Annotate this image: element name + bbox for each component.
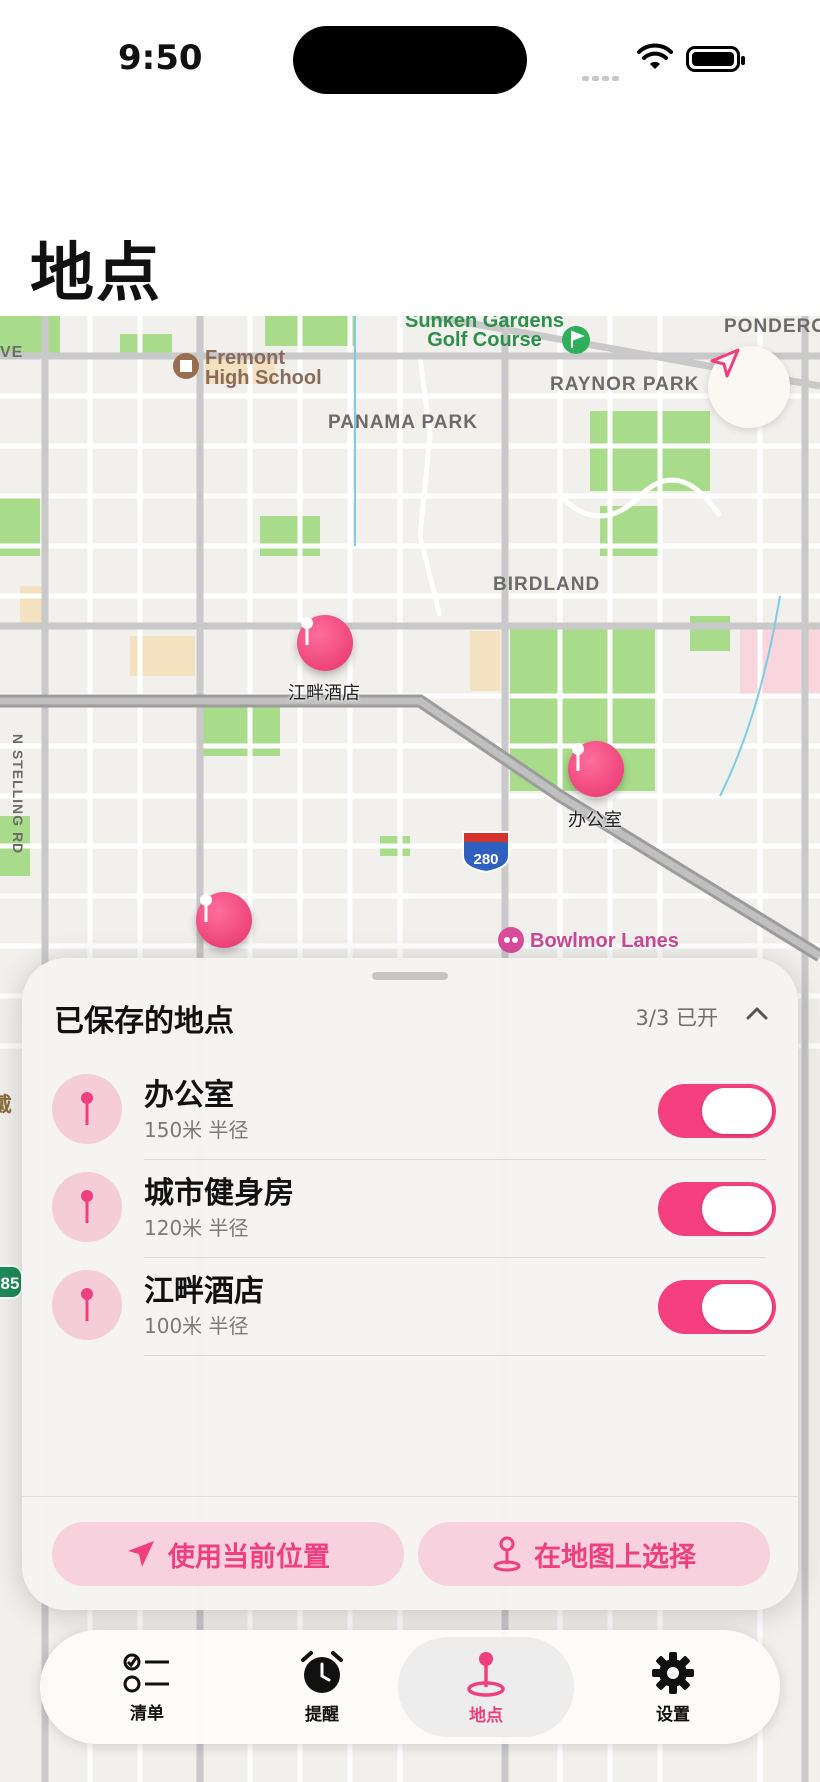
map-pin-label: 办公室 <box>568 810 622 831</box>
location-radius: 150米 半径 <box>144 1118 249 1142</box>
pin-icon <box>52 1074 122 1144</box>
location-name: 城市健身房 <box>144 1176 294 1211</box>
choose-on-map-label: 在地图上选择 <box>534 1541 696 1573</box>
tab-checklist[interactable]: 清单 <box>72 1630 222 1744</box>
alarm-clock-icon <box>301 1650 343 1693</box>
location-radius: 100米 半径 <box>144 1314 249 1338</box>
map-label-ve: VE <box>0 344 24 361</box>
map-pin-office[interactable] <box>568 741 624 797</box>
location-name: 办公室 <box>144 1078 234 1113</box>
location-arrow-icon <box>128 1541 154 1567</box>
map-pin-label: 江畔酒店 <box>288 683 360 704</box>
battery-icon <box>686 46 745 72</box>
saved-locations-count: 3/3 已开 <box>635 1006 718 1030</box>
tab-label: 地点 <box>469 1705 503 1726</box>
wifi-icon <box>637 43 673 69</box>
sheet-grabber[interactable] <box>372 972 448 980</box>
map-pin-gym[interactable] <box>196 892 252 948</box>
tab-label: 清单 <box>130 1703 164 1724</box>
saved-locations-sheet: 已保存的地点 3/3 已开 办公室 150米 半径 城市健身房 120米 半径 … <box>22 958 798 1610</box>
tab-label: 设置 <box>656 1704 690 1725</box>
location-toggle[interactable] <box>658 1084 776 1138</box>
tab-places[interactable]: 地点 <box>398 1637 574 1737</box>
checklist-icon <box>123 1653 169 1692</box>
dynamic-island <box>293 26 527 94</box>
map-label-edge: 戴 <box>0 1094 13 1116</box>
highway-280-shield: 280 <box>473 851 498 868</box>
tab-reminders[interactable]: 提醒 <box>247 1630 397 1744</box>
location-arrow-icon <box>710 348 740 378</box>
location-toggle[interactable] <box>658 1182 776 1236</box>
divider <box>144 1355 766 1356</box>
pin-icon <box>52 1172 122 1242</box>
page-title: 地点 <box>30 237 162 311</box>
divider <box>22 1496 798 1497</box>
poi-fremont-high-school: Fremont High School <box>205 347 322 389</box>
map-label-ponderosa: PONDEROS <box>724 316 820 337</box>
poi-bowlmor-lanes: Bowlmor Lanes <box>530 930 679 952</box>
tab-settings[interactable]: 设置 <box>598 1630 748 1744</box>
pin-icon <box>572 743 584 771</box>
locate-me-button[interactable] <box>708 346 790 428</box>
choose-on-map-button[interactable]: 在地图上选择 <box>418 1522 770 1586</box>
map-pin-icon <box>467 1651 505 1697</box>
location-row[interactable]: 办公室 150米 半径 <box>22 1062 798 1160</box>
location-row[interactable]: 城市健身房 120米 半径 <box>22 1160 798 1258</box>
location-radius: 120米 半径 <box>144 1216 249 1240</box>
map-label-panama-park: PANAMA PARK <box>328 412 478 433</box>
status-time: 9:50 <box>118 38 203 78</box>
map-pin-icon <box>493 1536 521 1572</box>
use-current-location-label: 使用当前位置 <box>168 1541 330 1573</box>
map-pin-riverside-hotel[interactable] <box>297 615 353 671</box>
pin-icon <box>301 617 313 645</box>
map-label-stelling-rd: N STELLING RD <box>10 733 27 855</box>
location-row[interactable]: 江畔酒店 100米 半径 <box>22 1258 798 1356</box>
location-toggle[interactable] <box>658 1280 776 1334</box>
chevron-up-icon[interactable] <box>746 1006 768 1020</box>
signal-icon <box>582 66 624 81</box>
pin-icon <box>200 894 212 922</box>
use-current-location-button[interactable]: 使用当前位置 <box>52 1522 404 1586</box>
highway-85-shield: 85 <box>1 1274 20 1293</box>
location-name: 江畔酒店 <box>144 1274 264 1309</box>
map-label-raynor-park: RAYNOR PARK <box>550 374 700 395</box>
gear-icon <box>652 1651 694 1694</box>
status-bar: 9:50 <box>0 0 820 120</box>
map-label-birdland: BIRDLAND <box>493 574 601 595</box>
tab-label: 提醒 <box>305 1704 339 1725</box>
tab-bar: 清单 提醒 地点 设置 <box>40 1630 780 1744</box>
pin-icon <box>52 1270 122 1340</box>
saved-locations-title: 已保存的地点 <box>54 1004 234 1039</box>
poi-sunken-gardens: Sunken Gardens Golf Course <box>405 316 564 351</box>
